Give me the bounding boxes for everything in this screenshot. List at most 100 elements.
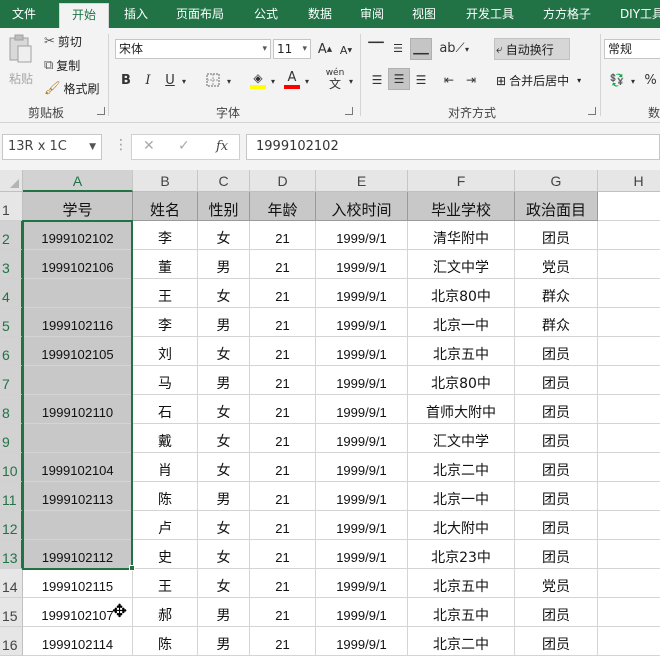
- table-cell[interactable]: 团员: [515, 627, 598, 656]
- column-header-g[interactable]: G: [515, 170, 598, 192]
- align-top-icon[interactable]: ▔▔: [368, 39, 384, 57]
- chevron-down-icon[interactable]: ▾: [628, 72, 638, 90]
- table-cell[interactable]: 女: [198, 453, 250, 482]
- table-cell[interactable]: 女: [198, 279, 250, 308]
- table-cell[interactable]: 团员: [515, 366, 598, 395]
- table-cell[interactable]: 清华附中: [408, 221, 515, 250]
- table-cell[interactable]: 群众: [515, 279, 598, 308]
- student-id-cell[interactable]: 1999102114: [23, 627, 133, 656]
- column-header-c[interactable]: C: [198, 170, 250, 192]
- fill-handle[interactable]: [129, 565, 135, 571]
- table-cell[interactable]: 1999/9/1: [316, 279, 408, 308]
- table-cell[interactable]: 团员: [515, 337, 598, 366]
- cell[interactable]: [598, 279, 660, 308]
- cell[interactable]: [598, 511, 660, 540]
- student-id-cell[interactable]: 1999102115: [23, 569, 133, 598]
- table-cell[interactable]: 团员: [515, 453, 598, 482]
- table-cell[interactable]: 北京80中: [408, 279, 515, 308]
- row-header-7[interactable]: 7: [0, 366, 23, 395]
- header-cell[interactable]: 性别: [198, 192, 250, 221]
- column-header-e[interactable]: E: [316, 170, 408, 192]
- student-id-cell[interactable]: 1999102104: [23, 453, 133, 482]
- row-header-12[interactable]: 12: [0, 511, 23, 540]
- insert-function-icon[interactable]: fx: [216, 139, 228, 154]
- row-header-2[interactable]: 2: [0, 221, 23, 250]
- table-cell[interactable]: 男: [198, 627, 250, 656]
- table-cell[interactable]: 1999/9/1: [316, 453, 408, 482]
- fill-color-icon[interactable]: ◈: [248, 68, 268, 92]
- table-cell[interactable]: 北京五中: [408, 569, 515, 598]
- table-cell[interactable]: 北京一中: [408, 482, 515, 511]
- align-middle-icon[interactable]: ☰: [390, 39, 406, 57]
- cell[interactable]: [598, 627, 660, 656]
- phonetic-guide-icon[interactable]: wén 文: [324, 68, 346, 92]
- student-id-cell[interactable]: 1999102106: [23, 250, 133, 279]
- table-cell[interactable]: 1999/9/1: [316, 221, 408, 250]
- tab-diy-tools[interactable]: DIY工具: [612, 0, 660, 28]
- chevron-down-icon[interactable]: ▾: [346, 72, 356, 90]
- table-cell[interactable]: 汇文中学: [408, 424, 515, 453]
- table-cell[interactable]: 女: [198, 221, 250, 250]
- student-id-cell[interactable]: 1999102112: [23, 540, 133, 569]
- increase-font-size-icon[interactable]: A ▲: [316, 39, 334, 59]
- table-cell[interactable]: 团员: [515, 540, 598, 569]
- cell[interactable]: [598, 598, 660, 627]
- tab-view[interactable]: 视图: [402, 0, 446, 28]
- table-cell[interactable]: 男: [198, 308, 250, 337]
- table-cell[interactable]: 王: [133, 569, 198, 598]
- row-header-13[interactable]: 13: [0, 540, 23, 569]
- align-center-icon[interactable]: ☰: [388, 68, 410, 90]
- table-cell[interactable]: 女: [198, 337, 250, 366]
- table-cell[interactable]: 21: [250, 221, 316, 250]
- table-cell[interactable]: 1999/9/1: [316, 424, 408, 453]
- table-cell[interactable]: 21: [250, 569, 316, 598]
- tab-data[interactable]: 数据: [296, 0, 344, 28]
- table-cell[interactable]: 1999/9/1: [316, 569, 408, 598]
- header-cell[interactable]: 姓名: [133, 192, 198, 221]
- table-cell[interactable]: 郝: [133, 598, 198, 627]
- cell[interactable]: [598, 453, 660, 482]
- align-right-icon[interactable]: ☰: [412, 70, 430, 90]
- cell[interactable]: [598, 308, 660, 337]
- row-header-11[interactable]: 11: [0, 482, 23, 511]
- table-cell[interactable]: 陈: [133, 482, 198, 511]
- header-cell[interactable]: 年龄: [250, 192, 316, 221]
- table-cell[interactable]: 陈: [133, 627, 198, 656]
- student-id-cell[interactable]: 1999102116: [23, 308, 133, 337]
- cell[interactable]: [598, 366, 660, 395]
- more-options-icon[interactable]: ⋮: [114, 137, 128, 153]
- student-id-cell[interactable]: [23, 511, 133, 540]
- underline-button[interactable]: U: [162, 70, 178, 90]
- table-cell[interactable]: 1999/9/1: [316, 250, 408, 279]
- header-cell[interactable]: 入校时间: [316, 192, 408, 221]
- row-header-3[interactable]: 3: [0, 250, 23, 279]
- row-header-6[interactable]: 6: [0, 337, 23, 366]
- italic-button[interactable]: I: [140, 70, 156, 90]
- table-cell[interactable]: 21: [250, 540, 316, 569]
- cell[interactable]: [598, 569, 660, 598]
- row-header-1[interactable]: 1: [0, 192, 23, 221]
- table-cell[interactable]: 1999/9/1: [316, 308, 408, 337]
- table-cell[interactable]: 1999/9/1: [316, 627, 408, 656]
- table-cell[interactable]: 团员: [515, 482, 598, 511]
- table-cell[interactable]: 1999/9/1: [316, 366, 408, 395]
- cell[interactable]: [598, 221, 660, 250]
- tab-page-layout[interactable]: 页面布局: [164, 0, 236, 28]
- table-cell[interactable]: 21: [250, 598, 316, 627]
- decrease-indent-icon[interactable]: ⇤: [440, 70, 458, 90]
- student-id-cell[interactable]: [23, 424, 133, 453]
- table-cell[interactable]: 北大附中: [408, 511, 515, 540]
- table-cell[interactable]: 北京五中: [408, 598, 515, 627]
- tab-insert[interactable]: 插入: [112, 0, 160, 28]
- table-cell[interactable]: 21: [250, 250, 316, 279]
- align-left-icon[interactable]: ☰: [368, 70, 386, 90]
- alignment-launcher-icon[interactable]: [588, 107, 596, 115]
- table-cell[interactable]: 刘: [133, 337, 198, 366]
- table-cell[interactable]: 男: [198, 366, 250, 395]
- font-color-icon[interactable]: A: [282, 68, 302, 92]
- table-cell[interactable]: 女: [198, 511, 250, 540]
- formula-input[interactable]: 1999102102: [246, 134, 660, 160]
- table-cell[interactable]: 团员: [515, 511, 598, 540]
- table-cell[interactable]: 21: [250, 482, 316, 511]
- chevron-down-icon[interactable]: ▾: [224, 72, 234, 90]
